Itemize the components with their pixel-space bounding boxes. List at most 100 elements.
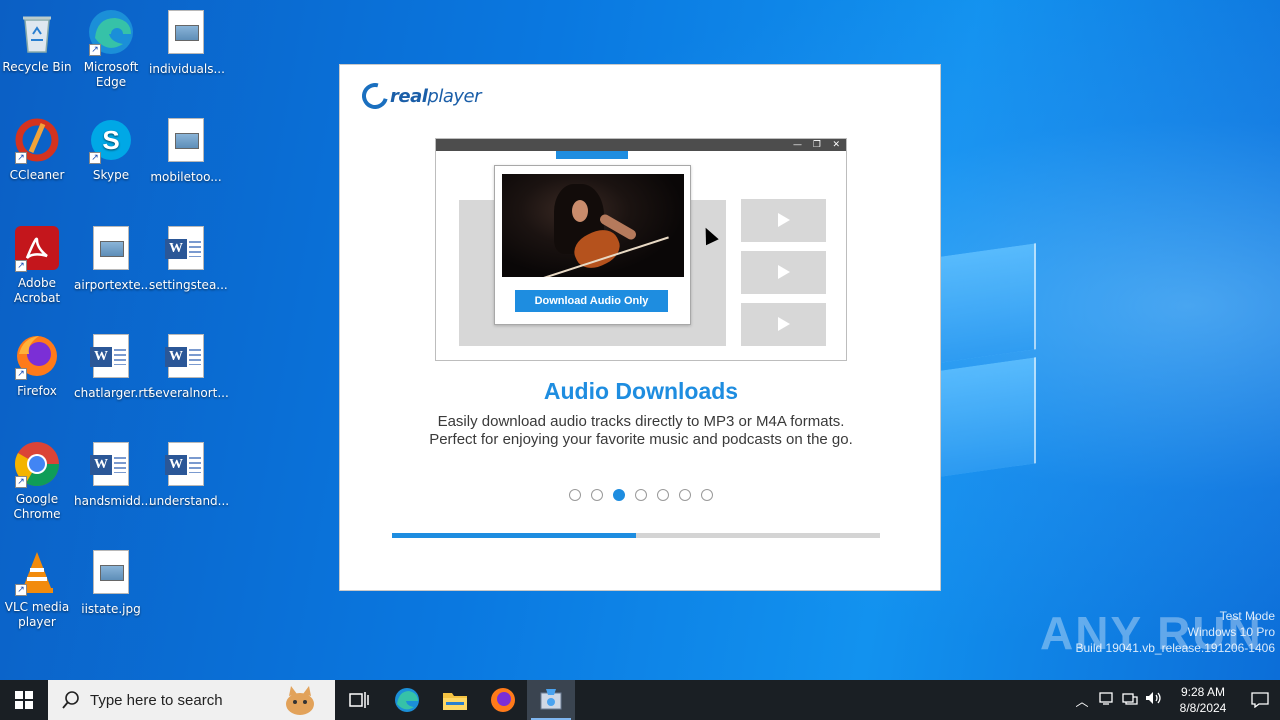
skype-icon: S ↗ bbox=[87, 116, 135, 164]
ccleaner-icon: ↗ bbox=[13, 116, 61, 164]
taskbar-installer-button[interactable] bbox=[527, 680, 575, 720]
watermark-line: Windows 10 Pro bbox=[1187, 625, 1275, 639]
desktop-icon-file[interactable]: airportexte... bbox=[74, 224, 152, 293]
taskbar-clock[interactable]: 9:28 AM 8/8/2024 bbox=[1166, 684, 1240, 716]
search-placeholder: Type here to search bbox=[90, 691, 223, 709]
mock-download-audio-button: Download Audio Only bbox=[515, 290, 668, 312]
desktop-icon-label: Skype bbox=[92, 168, 130, 182]
realplayer-swirl-icon bbox=[357, 78, 393, 114]
close-icon: ✕ bbox=[832, 140, 840, 150]
desktop-icon-label: understand... bbox=[149, 494, 230, 508]
desktop-icon-label: chatlarger.rtf bbox=[74, 386, 153, 400]
word-file-icon: W bbox=[87, 334, 135, 382]
mock-video-thumb bbox=[741, 199, 826, 242]
desktop-icon-file[interactable]: W severalnort... bbox=[149, 332, 229, 401]
carousel-dot[interactable] bbox=[569, 489, 581, 501]
description-line: Easily download audio tracks directly to… bbox=[437, 413, 845, 430]
search-highlight-cat-icon bbox=[286, 686, 314, 715]
svg-text:S: S bbox=[102, 125, 119, 155]
desktop-icon-label: individuals... bbox=[149, 62, 225, 76]
desktop-icon-label: handsmidd... bbox=[74, 494, 153, 508]
clock-date: 8/8/2024 bbox=[1179, 701, 1227, 715]
desktop-icon-skype[interactable]: S ↗ Skype bbox=[74, 116, 148, 183]
vlc-icon: ↗ bbox=[13, 548, 61, 596]
desktop-icon-file[interactable]: individuals... bbox=[149, 8, 225, 77]
windows-wallpaper-logo bbox=[930, 240, 1040, 490]
system-tray: ︿ 9:28 AM 8/8/2024 bbox=[1070, 680, 1280, 720]
play-icon bbox=[778, 265, 790, 279]
feature-heading: Audio Downloads bbox=[543, 378, 739, 404]
desktop-icon-label: Recycle Bin bbox=[2, 60, 72, 74]
carousel-dot[interactable] bbox=[679, 489, 691, 501]
minimize-icon: — bbox=[793, 140, 802, 150]
volume-icon[interactable] bbox=[1142, 691, 1166, 709]
task-view-icon bbox=[349, 692, 369, 708]
mock-video-thumb bbox=[741, 303, 826, 346]
desktop-icon-recycle-bin[interactable]: Recycle Bin bbox=[0, 8, 74, 75]
desktop-icon-file[interactable]: mobiletoo... bbox=[149, 116, 223, 185]
mock-window-titlebar: — ❐ ✕ bbox=[436, 139, 846, 151]
desktop-icon-label: Firefox bbox=[17, 384, 57, 398]
recycle-bin-icon bbox=[13, 8, 61, 56]
word-file-icon: W bbox=[162, 334, 210, 382]
desktop-icon-file[interactable]: W understand... bbox=[149, 440, 229, 509]
taskbar-search-box[interactable]: Type here to search bbox=[48, 680, 335, 720]
carousel-dot[interactable] bbox=[701, 489, 713, 501]
firefox-icon bbox=[491, 688, 515, 712]
desktop-icon-label: Microsoft Edge bbox=[83, 60, 139, 89]
carousel-dot[interactable] bbox=[591, 489, 603, 501]
notification-icon bbox=[1251, 692, 1269, 708]
taskbar-file-explorer-button[interactable] bbox=[431, 680, 479, 720]
action-center-button[interactable] bbox=[1240, 680, 1280, 720]
image-file-icon bbox=[162, 118, 210, 166]
word-file-icon: W bbox=[162, 226, 210, 274]
realplayer-logo: realplayer bbox=[357, 78, 481, 114]
feature-illustration: — ❐ ✕ Download Audio Only bbox=[435, 138, 847, 361]
desktop-icon-file[interactable]: W chatlarger.rtf bbox=[74, 332, 152, 401]
edge-icon bbox=[395, 688, 419, 712]
desktop-icon-microsoft-edge[interactable]: ↗ Microsoft Edge bbox=[74, 8, 148, 90]
carousel-dots bbox=[340, 489, 942, 501]
desktop-icon-file[interactable]: W handsmidd... bbox=[74, 440, 152, 509]
image-file-icon bbox=[87, 550, 135, 598]
file-explorer-icon bbox=[443, 693, 467, 710]
carousel-dot[interactable] bbox=[657, 489, 669, 501]
desktop-icon-label: mobiletoo... bbox=[150, 170, 222, 184]
desktop-icon-file[interactable]: W settingstea... bbox=[149, 224, 228, 293]
start-button[interactable] bbox=[0, 680, 48, 720]
restore-icon: ❐ bbox=[812, 140, 821, 150]
image-file-icon bbox=[87, 226, 135, 274]
windows-start-icon bbox=[15, 691, 33, 709]
word-file-icon: W bbox=[162, 442, 210, 490]
network-adapter-icon[interactable] bbox=[1094, 691, 1118, 709]
mock-video-thumb bbox=[741, 251, 826, 294]
desktop-icon-firefox[interactable]: ↗ Firefox bbox=[0, 332, 74, 399]
mock-download-popup: Download Audio Only bbox=[494, 165, 691, 325]
desktop-icon-adobe-acrobat[interactable]: ↗ Adobe Acrobat bbox=[0, 224, 74, 306]
network-icon[interactable] bbox=[1118, 691, 1142, 709]
desktop-icon-label: CCleaner bbox=[9, 168, 65, 182]
install-progress-bar bbox=[392, 533, 880, 538]
taskbar-firefox-button[interactable] bbox=[479, 680, 527, 720]
desktop-icon-label: Google Chrome bbox=[13, 492, 61, 521]
carousel-dot[interactable] bbox=[635, 489, 647, 501]
desktop-icon-label: VLC media player bbox=[4, 600, 70, 629]
watermark-line: Test Mode bbox=[1219, 609, 1275, 623]
logo-text: player bbox=[427, 85, 481, 107]
taskbar-edge-button[interactable] bbox=[383, 680, 431, 720]
task-view-button[interactable] bbox=[335, 680, 383, 720]
watermark-line: Build 19041.vb_release.191206-1406 bbox=[1075, 641, 1276, 655]
play-icon bbox=[778, 317, 790, 331]
realplayer-installer-dialog: realplayer — ❐ ✕ Download Audio Only Aud… bbox=[339, 64, 941, 591]
install-progress-fill bbox=[392, 533, 636, 538]
desktop-icon-ccleaner[interactable]: ↗ CCleaner bbox=[0, 116, 74, 183]
desktop-icon-vlc[interactable]: ↗ VLC media player bbox=[0, 548, 74, 630]
show-hidden-icons-chevron-icon[interactable]: ︿ bbox=[1070, 691, 1094, 710]
desktop-icon-label: airportexte... bbox=[74, 278, 153, 292]
desktop-icon-google-chrome[interactable]: ↗ Google Chrome bbox=[0, 440, 74, 522]
word-file-icon: W bbox=[87, 442, 135, 490]
desktop-icon-file[interactable]: iistate.jpg bbox=[74, 548, 148, 617]
carousel-dot[interactable] bbox=[613, 489, 625, 501]
desktop: Recycle Bin ↗ CCleaner ↗ Adobe Acrobat ↗… bbox=[0, 0, 1280, 680]
firefox-icon: ↗ bbox=[13, 332, 61, 380]
